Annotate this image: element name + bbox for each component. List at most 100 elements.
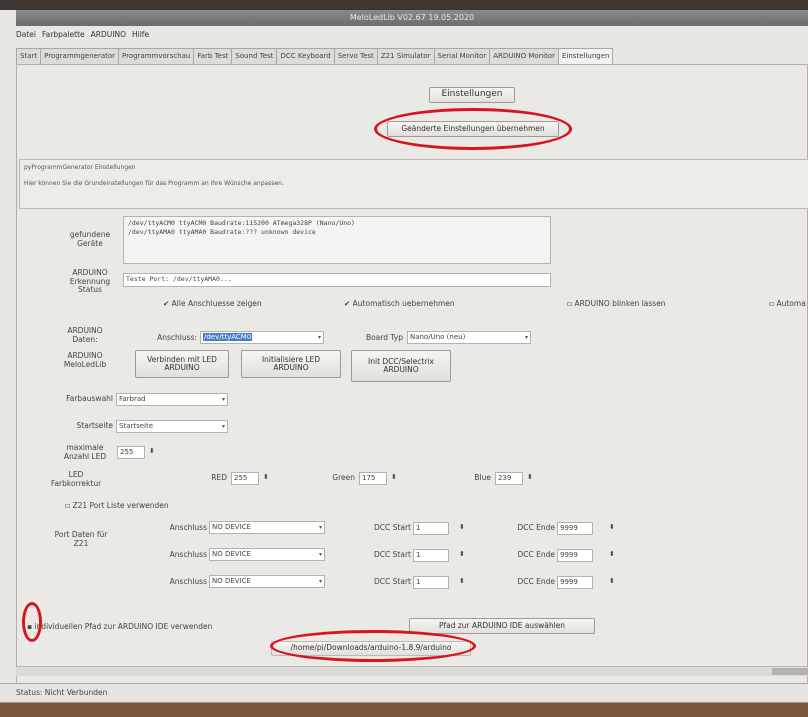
board-select-value: Nano/Uno (neu) xyxy=(410,333,466,341)
green-input[interactable]: 175 xyxy=(359,472,387,485)
start-page-value: Startseite xyxy=(119,422,154,430)
tab-farb-test[interactable]: Farb Test xyxy=(193,48,233,64)
z21-port-select[interactable]: NO DEVICE ▾ xyxy=(209,521,325,534)
spinner-icon[interactable]: ⬍ xyxy=(609,550,615,558)
arduino-melo-label: ARDUINO MeloLedLib xyxy=(63,351,107,369)
dcc-end-label: DCC Ende xyxy=(517,550,556,559)
z21-port-value: NO DEVICE xyxy=(212,523,251,531)
board-select[interactable]: Nano/Uno (neu) ▾ xyxy=(407,331,531,344)
tab-start[interactable]: Start xyxy=(16,48,42,64)
spinner-icon[interactable]: ⬍ xyxy=(459,550,465,558)
spinner-icon[interactable]: ⬍ xyxy=(609,577,615,585)
green-label: Green xyxy=(332,473,355,482)
dcc-end-input[interactable]: 9999 xyxy=(557,576,593,589)
settings-heading: Einstellungen xyxy=(429,87,515,103)
select-ide-path-button[interactable]: Pfad zur ARDUINO IDE auswählen xyxy=(409,618,595,634)
menu-farbpalette[interactable]: Farbpalette xyxy=(42,30,85,42)
all-ports-checkbox[interactable]: ✔ Alle Anschluesse zeigen xyxy=(163,299,262,308)
port-select[interactable]: /dev/ttyACM0 ▾ xyxy=(200,331,324,344)
top-strip xyxy=(0,0,808,10)
dropdown-arrow-icon: ▾ xyxy=(221,396,225,403)
check-icon: ✔ xyxy=(344,299,353,308)
max-led-input[interactable]: 255 xyxy=(117,446,145,459)
init-led-arduino-button[interactable]: Initialisiere LED ARDUINO xyxy=(241,350,341,378)
ide-path-checkbox[interactable]: ▪ individuellen Pfad zur ARDUINO IDE ver… xyxy=(27,622,212,631)
tab-einstellungen[interactable]: Einstellungen xyxy=(558,48,614,64)
dcc-end-label: DCC Ende xyxy=(517,523,556,532)
status-bar: Status: Nicht Verbunden xyxy=(0,683,808,702)
dcc-start-input[interactable]: 1 xyxy=(413,522,449,535)
check-icon: ✔ xyxy=(163,299,172,308)
port-data-z21-label: Port Daten für Z21 xyxy=(54,530,108,548)
horizontal-scrollbar[interactable] xyxy=(16,666,808,676)
highlight-ellipse-checkbox xyxy=(22,602,42,642)
menu-arduino[interactable]: ARDUINO xyxy=(91,30,126,42)
app-window: MeloLedLib V02.67 19.05.2020 Datei Farbp… xyxy=(0,0,808,703)
menu-bar: Datei Farbpalette ARDUINO Hilfe xyxy=(16,30,149,42)
dropdown-arrow-icon: ▾ xyxy=(317,334,321,341)
board-label: Board Typ xyxy=(365,333,403,342)
z21-port-value: NO DEVICE xyxy=(212,577,251,585)
spinner-icon[interactable]: ⬍ xyxy=(527,473,533,481)
dcc-end-input[interactable]: 9999 xyxy=(557,549,593,562)
menu-hilfe[interactable]: Hilfe xyxy=(132,30,149,42)
blink-checkbox[interactable]: ▫ ARDUINO blinken lassen xyxy=(567,299,666,308)
color-choice-value: Farbrad xyxy=(119,395,146,403)
spinner-icon[interactable]: ⬍ xyxy=(149,447,155,455)
spinner-icon[interactable]: ⬍ xyxy=(263,473,269,481)
dcc-end-input[interactable]: 9999 xyxy=(557,522,593,535)
highlight-ellipse-path xyxy=(270,630,476,662)
blue-input[interactable]: 239 xyxy=(495,472,523,485)
dropdown-arrow-icon: ▾ xyxy=(524,334,528,341)
devices-label: gefundene Geräte xyxy=(69,230,111,248)
z21-port-label: Anschluss xyxy=(169,523,207,532)
detection-label: ARDUINO Erkennung Status xyxy=(69,268,111,295)
auto-apply-checkbox[interactable]: ✔ Automatisch uebernehmen xyxy=(344,299,455,308)
group-title: pyProgrammGenerator Einstellungen xyxy=(24,164,136,171)
dcc-start-label: DCC Start xyxy=(374,550,411,559)
tab-bar: Start Programmgenerator Programmvorschau… xyxy=(16,48,614,64)
tab-serial-monitor[interactable]: Serial Monitor xyxy=(433,48,491,64)
dcc-start-input[interactable]: 1 xyxy=(413,549,449,562)
red-input[interactable]: 255 xyxy=(231,472,259,485)
z21-port-label: Anschluss xyxy=(169,577,207,586)
z21-port-list-label: Z21 Port Liste verwenden xyxy=(72,501,169,510)
auto-cut-checkbox[interactable]: ▫ Automa xyxy=(769,299,806,308)
tab-z21-simulator[interactable]: Z21 Simulator xyxy=(376,48,435,64)
tab-programmvorschau[interactable]: Programmvorschau xyxy=(118,48,195,64)
spinner-icon[interactable]: ⬍ xyxy=(459,523,465,531)
dropdown-arrow-icon: ▾ xyxy=(221,423,225,430)
z21-port-label: Anschluss xyxy=(169,550,207,559)
max-led-label: maximale Anzahl LED xyxy=(63,443,107,461)
tab-sound-test[interactable]: Sound Test xyxy=(231,48,278,64)
spinner-icon[interactable]: ⬍ xyxy=(609,523,615,531)
init-dcc-arduino-button[interactable]: Init DCC/Selectrix ARDUINO xyxy=(351,350,451,382)
detection-status-field: Teste Port: /dev/ttyAMA0... xyxy=(123,273,551,287)
z21-port-select[interactable]: NO DEVICE ▾ xyxy=(209,548,325,561)
scrollbar-thumb[interactable] xyxy=(772,668,808,675)
devices-textarea[interactable]: /dev/ttyACM0 ttyACM0 Baudrate:115200 ATm… xyxy=(123,216,551,264)
tab-servo-test[interactable]: Servo Test xyxy=(333,48,378,64)
spinner-icon[interactable]: ⬍ xyxy=(391,473,397,481)
z21-port-select[interactable]: NO DEVICE ▾ xyxy=(209,575,325,588)
group-description: Hier können Sie die Grundeinstellungen f… xyxy=(24,180,284,187)
tab-dcc-keyboard[interactable]: DCC Keyboard xyxy=(276,48,335,64)
tab-programmgenerator[interactable]: Programmgenerator xyxy=(40,48,120,64)
auto-cut-label: Automa xyxy=(776,299,806,308)
highlight-ellipse-apply xyxy=(374,108,572,150)
dcc-start-input[interactable]: 1 xyxy=(413,576,449,589)
dcc-start-label: DCC Start xyxy=(374,523,411,532)
port-select-value: /dev/ttyACM0 xyxy=(203,333,253,341)
tab-arduino-monitor[interactable]: ARDUINO Monitor xyxy=(489,48,559,64)
color-choice-select[interactable]: Farbrad ▾ xyxy=(116,393,228,406)
dropdown-arrow-icon: ▾ xyxy=(318,551,322,558)
menu-datei[interactable]: Datei xyxy=(16,30,36,42)
red-label: RED xyxy=(211,473,227,482)
color-choice-label: Farbauswahl xyxy=(66,394,113,403)
blink-label: ARDUINO blinken lassen xyxy=(574,299,666,308)
z21-port-list-checkbox[interactable]: ▫ Z21 Port Liste verwenden xyxy=(65,501,169,510)
z21-port-value: NO DEVICE xyxy=(212,550,251,558)
connect-led-arduino-button[interactable]: Verbinden mit LED ARDUINO xyxy=(135,350,229,378)
spinner-icon[interactable]: ⬍ xyxy=(459,577,465,585)
start-page-select[interactable]: Startseite ▾ xyxy=(116,420,228,433)
